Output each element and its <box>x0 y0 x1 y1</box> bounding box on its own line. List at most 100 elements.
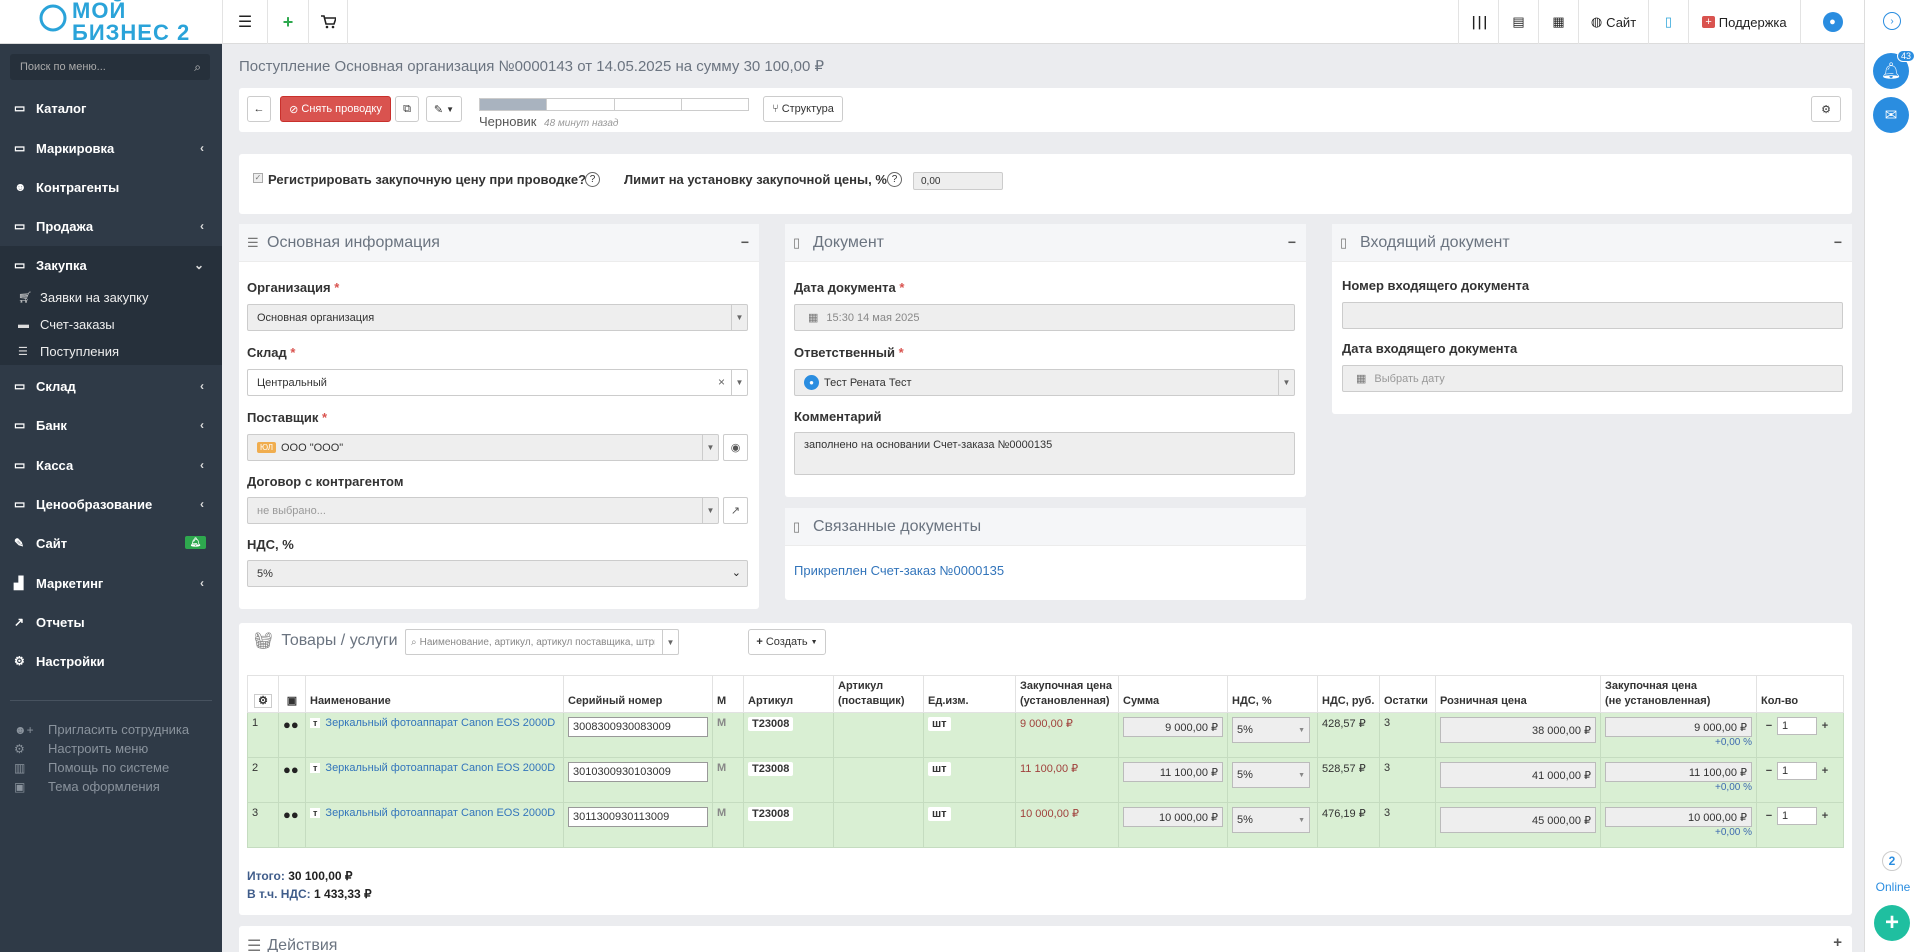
menu-search-input[interactable]: Поиск по меню... ⌕ <box>10 54 210 80</box>
serial-input[interactable]: 3011300930113009 <box>568 807 708 827</box>
sum-input[interactable]: 9 000,00 ₽ <box>1123 717 1223 737</box>
product-name-link[interactable]: Зеркальный фотоаппарат Canon EOS 2000D <box>325 807 555 819</box>
sidebar-item-sales[interactable]: ▭ Продажа ‹ <box>0 207 222 245</box>
qty-plus-button[interactable]: + <box>1817 765 1833 777</box>
article-column-header[interactable]: Артикул <box>743 675 834 713</box>
mobile-button[interactable]: ▯ <box>1648 0 1688 44</box>
menu-toggle-button[interactable]: ☰ <box>222 0 267 44</box>
help-icon[interactable]: ? <box>585 172 600 187</box>
profile-button[interactable]: ● <box>1800 0 1864 44</box>
unpost-button[interactable]: ⊘ Снять проводку <box>280 96 391 122</box>
purchase-set-column-header[interactable]: Закупочная цена (установленная) <box>1015 675 1119 713</box>
product-name-link[interactable]: Зеркальный фотоаппарат Canon EOS 2000D <box>325 717 555 729</box>
limit-input[interactable]: 0,00 <box>913 172 1003 190</box>
sum-input[interactable]: 10 000,00 ₽ <box>1123 807 1223 827</box>
sidebar-item-catalog[interactable]: ▭ Каталог <box>0 89 222 127</box>
vat-rub-column-header[interactable]: НДС, руб. <box>1317 675 1380 713</box>
name-column-header[interactable]: Наименование <box>305 675 564 713</box>
sidebar-item-site[interactable]: ✎ Сайт 🔔︎ <box>0 524 222 562</box>
open-contract-button[interactable]: ↗ <box>723 497 748 524</box>
attach-dropdown-button[interactable]: ✎ ▼ <box>426 96 462 122</box>
sidebar-subitem-receipts[interactable]: ☰ Поступления <box>0 338 222 365</box>
responsible-select[interactable]: ● Тест Рената Тест ▼ <box>794 369 1295 396</box>
barcode-button[interactable]: ||| <box>1458 0 1498 44</box>
create-dropdown-button[interactable]: + Создать ▼ <box>748 629 826 655</box>
sidebar-item-marketing[interactable]: ▟ Маркетинг ‹ <box>0 564 222 602</box>
register-checkbox[interactable]: ✓ <box>253 173 263 183</box>
product-thumbnail[interactable]: ●● <box>278 712 306 758</box>
theme-link[interactable]: ▣ Тема оформления <box>14 777 160 796</box>
sidebar-item-pricing[interactable]: ▭ Ценообразование ‹ <box>0 485 222 523</box>
sidebar-item-settings[interactable]: ⚙ Настройки <box>0 642 222 680</box>
serial-input[interactable]: 3008300930083009 <box>568 717 708 737</box>
purchase-unset-input[interactable]: 11 100,00 ₽ <box>1605 762 1752 782</box>
vat-column-header[interactable]: НДС, % <box>1227 675 1318 713</box>
collapse-icon[interactable]: − <box>741 234 749 250</box>
incoming-number-input[interactable] <box>1342 302 1843 329</box>
sidebar-subitem-purchase-requests[interactable]: 🛒︎ Заявки на закупку <box>0 284 222 311</box>
doc-date-input[interactable]: ▦ 15:30 14 мая 2025 <box>794 304 1295 331</box>
sidebar-item-reports[interactable]: ↗ Отчеты <box>0 603 222 641</box>
vat-row-select[interactable]: 5% ▼ <box>1232 807 1310 833</box>
support-button[interactable]: + Поддержка <box>1688 0 1800 44</box>
add-button[interactable]: + <box>267 0 308 44</box>
retail-input[interactable]: 41 000,00 ₽ <box>1440 762 1596 788</box>
copy-button[interactable]: ⧉ <box>395 96 419 122</box>
linked-invoice-link[interactable]: Прикреплен Счет-заказ №0000135 <box>794 563 1004 578</box>
collapse-icon[interactable]: − <box>1288 234 1296 250</box>
column-settings-header[interactable]: ⚙ <box>247 675 279 713</box>
retail-input[interactable]: 38 000,00 ₽ <box>1440 717 1596 743</box>
qty-minus-button[interactable]: − <box>1761 810 1777 822</box>
qty-plus-button[interactable]: + <box>1817 720 1833 732</box>
retail-column-header[interactable]: Розничная цена <box>1435 675 1601 713</box>
settings-button[interactable]: ⚙ <box>1811 96 1841 122</box>
sidebar-item-cash[interactable]: ▭ Касса ‹ <box>0 446 222 484</box>
quick-add-button[interactable]: + <box>1874 905 1910 941</box>
purchase-unset-input[interactable]: 9 000,00 ₽ <box>1605 717 1752 737</box>
collapse-icon[interactable]: − <box>1834 234 1842 250</box>
sidebar-subitem-invoices[interactable]: ▬ Счет-заказы <box>0 311 222 338</box>
sidebar-item-warehouse[interactable]: ▭ Склад ‹ <box>0 367 222 405</box>
cashbox-button[interactable]: ▤ <box>1498 0 1538 44</box>
qty-column-header[interactable]: Кол-во <box>1756 675 1844 713</box>
site-button[interactable]: ◍ Сайт <box>1578 0 1648 44</box>
purchase-unset-column-header[interactable]: Закупочная цена (не установленная) <box>1600 675 1757 713</box>
qty-input[interactable]: 1 <box>1777 717 1817 735</box>
vat-row-select[interactable]: 5% ▼ <box>1232 762 1310 788</box>
qty-plus-button[interactable]: + <box>1817 810 1833 822</box>
stock-column-header[interactable]: Остатки <box>1379 675 1436 713</box>
sidebar-item-marking[interactable]: ▭ Маркировка ‹ <box>0 129 222 167</box>
help-icon[interactable]: ? <box>887 172 902 187</box>
incoming-date-input[interactable]: ▦ Выбрать дату <box>1342 365 1843 392</box>
supplier-select[interactable]: ЮЛ ООО "ООО" ▼ <box>247 434 719 461</box>
structure-button[interactable]: ⑂ Структура <box>763 96 843 122</box>
product-name-link[interactable]: Зеркальный фотоаппарат Canon EOS 2000D <box>325 762 555 774</box>
vat-row-select[interactable]: 5% ▼ <box>1232 717 1310 743</box>
cart-button[interactable] <box>308 0 348 44</box>
org-select[interactable]: Основная организация ▼ <box>247 304 748 331</box>
purchase-unset-input[interactable]: 10 000,00 ₽ <box>1605 807 1752 827</box>
chat-button[interactable]: ✉ <box>1873 97 1909 133</box>
vat-select[interactable]: 5% ⌄ <box>247 560 748 587</box>
sidebar-item-contractors[interactable]: ☻ Контрагенты <box>0 168 222 206</box>
view-supplier-button[interactable]: ◉ <box>723 434 748 461</box>
sidebar-item-purchase[interactable]: ▭ Закупка ⌄ <box>0 246 222 284</box>
online-count[interactable]: 2 <box>1882 851 1902 871</box>
warehouse-select[interactable]: Центральный × ▼ <box>247 369 748 396</box>
contract-select[interactable]: не выбрано... ▼ <box>247 497 719 524</box>
comment-textarea[interactable]: заполнено на основании Счет-заказа №0000… <box>794 432 1295 475</box>
unit-column-header[interactable]: Ед.изм. <box>923 675 1016 713</box>
retail-input[interactable]: 45 000,00 ₽ <box>1440 807 1596 833</box>
expand-icon[interactable]: + <box>1833 934 1842 951</box>
qty-input[interactable]: 1 <box>1777 762 1817 780</box>
product-thumbnail[interactable]: ●● <box>278 802 306 848</box>
goods-search-input[interactable]: ⌕ Наименование, артикул, артикул поставщи… <box>405 629 679 655</box>
product-thumbnail[interactable]: ●● <box>278 757 306 803</box>
supplier-article-column-header[interactable]: Артикул (поставщик) <box>833 675 924 713</box>
invite-employee-link[interactable]: ☻+ Пригласить сотрудника <box>14 720 189 739</box>
calendar-button[interactable]: ▦ <box>1538 0 1578 44</box>
qty-minus-button[interactable]: − <box>1761 765 1777 777</box>
sum-input[interactable]: 11 100,00 ₽ <box>1123 762 1223 782</box>
help-link[interactable]: ▥ Помощь по системе <box>14 758 169 777</box>
clear-icon[interactable]: × <box>718 375 725 389</box>
